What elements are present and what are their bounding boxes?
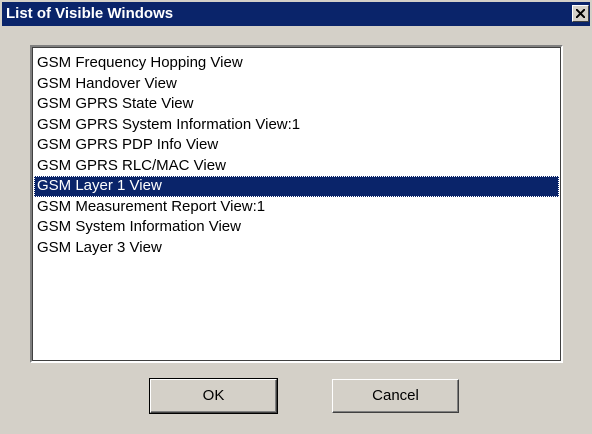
listbox-items: GSM Frequency Hopping View GSM Handover … (34, 53, 559, 258)
list-item[interactable]: GSM System Information View (34, 217, 559, 238)
list-item[interactable]: GSM Measurement Report View:1 (34, 197, 559, 218)
close-icon (576, 9, 585, 18)
close-button[interactable] (572, 5, 589, 22)
list-item[interactable]: GSM GPRS PDP Info View (34, 135, 559, 156)
dialog-title: List of Visible Windows (6, 5, 174, 22)
cancel-button[interactable]: Cancel (332, 379, 459, 413)
ok-button[interactable]: OK (149, 378, 278, 414)
list-item[interactable]: GSM GPRS System Information View:1 (34, 115, 559, 136)
windows-listbox[interactable]: GSM Frequency Hopping View GSM Handover … (30, 45, 563, 363)
title-bar[interactable]: List of Visible Windows (2, 2, 590, 26)
list-item[interactable]: GSM Handover View (34, 74, 559, 95)
list-item[interactable]: GSM GPRS State View (34, 94, 559, 115)
list-item[interactable]: GSM Layer 3 View (34, 238, 559, 259)
list-item[interactable]: GSM Frequency Hopping View (34, 53, 559, 74)
list-item-selected[interactable]: GSM Layer 1 View (34, 176, 559, 197)
list-item[interactable]: GSM GPRS RLC/MAC View (34, 156, 559, 177)
dialog-window: List of Visible Windows GSM Frequency Ho… (0, 0, 592, 434)
